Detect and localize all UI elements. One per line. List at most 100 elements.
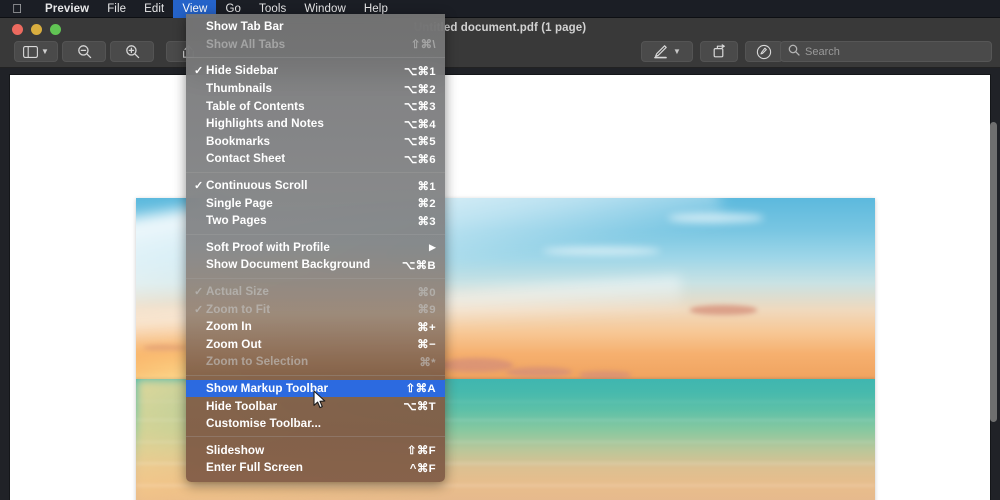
menu-item-thumbnails[interactable]: Thumbnails ⌥⌘2 [186, 80, 445, 98]
menu-item-continuous-scroll[interactable]: ✓ Continuous Scroll ⌘1 [186, 177, 445, 195]
menu-item-zoom-to-selection: Zoom to Selection ⌘* [186, 353, 445, 371]
menu-item-label: Show All Tabs [206, 37, 286, 51]
menu-item-label: Contact Sheet [206, 152, 286, 166]
menu-item-label: Show Document Background [206, 258, 371, 272]
menu-item-shortcut: ⇧⌘A [405, 383, 436, 396]
menubar-item-file[interactable]: File [98, 0, 135, 18]
menu-item-show-all-tabs: Show All Tabs ⇧⌘\ [186, 36, 445, 54]
menu-item-shortcut: ⌥⌘T [403, 401, 436, 414]
photo-ripple [136, 483, 875, 487]
menubar-item-preview[interactable]: Preview [36, 0, 98, 18]
photo-cloud-puff [505, 366, 572, 378]
menu-item-label: Zoom to Selection [206, 355, 309, 369]
menu-separator [186, 374, 445, 376]
menu-item-shortcut: ⇧⌘F [406, 445, 436, 458]
menu-item-enter-full-screen[interactable]: Enter Full Screen ^⌘F [186, 459, 445, 477]
menu-item-bookmarks[interactable]: Bookmarks ⌥⌘5 [186, 133, 445, 151]
search-icon [788, 43, 800, 61]
menu-item-shortcut: ⌘− [417, 339, 436, 352]
menu-item-shortcut: ⌘9 [417, 304, 436, 317]
menu-item-shortcut: ⌘1 [417, 180, 436, 193]
zoom-in-button[interactable] [110, 41, 154, 62]
view-menu-dropdown[interactable]: Show Tab Bar Show All Tabs ⇧⌘\ ✓ Hide Sideba… [186, 14, 445, 482]
menu-item-label: Single Page [206, 196, 273, 210]
menu-item-label: Continuous Scroll [206, 179, 308, 193]
menu-item-zoom-out[interactable]: Zoom Out ⌘− [186, 336, 445, 354]
menu-item-label: Enter Full Screen [206, 461, 303, 475]
menu-item-hide-toolbar[interactable]: Hide Toolbar ⌥⌘T [186, 397, 445, 415]
menubar-item-edit[interactable]: Edit [135, 0, 173, 18]
markup-button[interactable]: ▼ [641, 41, 693, 62]
document-canvas[interactable] [0, 68, 1000, 500]
menu-item-label: Show Tab Bar [206, 20, 284, 34]
menu-item-actual-size: ✓ Actual Size ⌘0 [186, 283, 445, 301]
menu-item-contact-sheet[interactable]: Contact Sheet ⌥⌘6 [186, 150, 445, 168]
menu-item-shortcut: ⌥⌘B [402, 259, 436, 272]
menu-item-table-of-contents[interactable]: Table of Contents ⌥⌘3 [186, 97, 445, 115]
menu-separator [186, 171, 445, 173]
preview-window: Untitled document.pdf (1 page) ▼ ▼ Searc… [0, 18, 1000, 500]
menu-item-shortcut: ⌥⌘2 [403, 83, 436, 96]
menu-item-label: Hide Sidebar [206, 64, 279, 78]
menu-item-two-pages[interactable]: Two Pages ⌘3 [186, 212, 445, 230]
photo-cloud-puff [690, 305, 757, 316]
photo-cloud-puff [438, 357, 513, 372]
menu-item-shortcut: ⇧⌘\ [410, 39, 436, 52]
sidebar-icon [23, 45, 38, 58]
markup-pen-icon [653, 44, 668, 59]
checkmark-icon: ✓ [194, 286, 204, 299]
window-titlebar: Untitled document.pdf (1 page) ▼ ▼ Searc… [0, 18, 1000, 68]
search-input[interactable] [805, 45, 975, 58]
menu-item-label: Hide Toolbar [206, 399, 278, 413]
menu-item-soft-proof-with-profile[interactable]: Soft Proof with Profile ▶ [186, 239, 445, 257]
menu-item-label: Table of Contents [206, 99, 305, 113]
toolbar: ▼ ▼ Search [0, 39, 1000, 65]
menu-item-label: Thumbnails [206, 82, 273, 96]
menu-item-show-tab-bar[interactable]: Show Tab Bar [186, 18, 445, 36]
search-field[interactable] [780, 41, 992, 62]
chevron-down-icon: ▼ [673, 47, 681, 56]
sidebar-view-button[interactable]: ▼ [14, 41, 58, 62]
zoom-out-button[interactable] [62, 41, 106, 62]
menu-item-shortcut: ⌥⌘4 [403, 118, 436, 131]
menu-item-highlights-and-notes[interactable]: Highlights and Notes ⌥⌘4 [186, 115, 445, 133]
menu-item-shortcut: ^⌘F [409, 462, 436, 475]
menu-item-hide-sidebar[interactable]: ✓ Hide Sidebar ⌥⌘1 [186, 62, 445, 80]
submenu-arrow-icon: ▶ [429, 241, 436, 252]
macos-menu-bar:  Preview File Edit View Go Tools Window… [0, 0, 1000, 18]
menu-item-label: Soft Proof with Profile [206, 240, 330, 254]
menu-item-slideshow[interactable]: Slideshow ⇧⌘F [186, 441, 445, 459]
chevron-down-icon: ▼ [41, 47, 49, 56]
menu-item-label: Zoom to Fit [206, 302, 271, 316]
menu-item-customise-toolbar[interactable]: Customise Toolbar... [186, 415, 445, 433]
scrollbar-thumb[interactable] [990, 122, 997, 422]
menu-item-shortcut: ⌥⌘1 [403, 65, 436, 78]
apple-logo-icon[interactable]:  [10, 1, 24, 16]
window-title: Untitled document.pdf (1 page) [413, 22, 587, 34]
menu-item-label: Actual Size [206, 285, 269, 299]
menu-item-shortcut: ⌥⌘5 [403, 136, 436, 149]
menu-item-show-document-background[interactable]: Show Document Background ⌥⌘B [186, 256, 445, 274]
checkmark-icon: ✓ [194, 180, 204, 193]
rotate-button[interactable] [700, 41, 738, 62]
menu-separator [186, 277, 445, 279]
menu-item-label: Two Pages [206, 214, 267, 228]
menu-item-zoom-in[interactable]: Zoom In ⌘+ [186, 318, 445, 336]
vertical-scrollbar[interactable] [990, 122, 997, 422]
menu-separator [186, 233, 445, 235]
photo-cloud-wisp [542, 247, 661, 256]
menu-item-shortcut: ⌘* [419, 356, 436, 369]
checkmark-icon: ✓ [194, 65, 204, 78]
pdf-page [10, 75, 990, 500]
menu-item-show-markup-toolbar[interactable]: Show Markup Toolbar ⇧⌘A [186, 379, 445, 398]
annotate-icon [756, 44, 772, 60]
menu-item-single-page[interactable]: Single Page ⌘2 [186, 194, 445, 212]
menu-item-label: Zoom Out [206, 337, 262, 351]
zoom-in-icon [125, 44, 140, 59]
annotate-button[interactable] [745, 41, 783, 62]
menu-item-shortcut: ⌘3 [417, 215, 436, 228]
rotate-icon [712, 44, 727, 59]
menu-separator [186, 57, 445, 59]
menu-item-label: Highlights and Notes [206, 117, 324, 131]
checkmark-icon: ✓ [194, 303, 204, 316]
